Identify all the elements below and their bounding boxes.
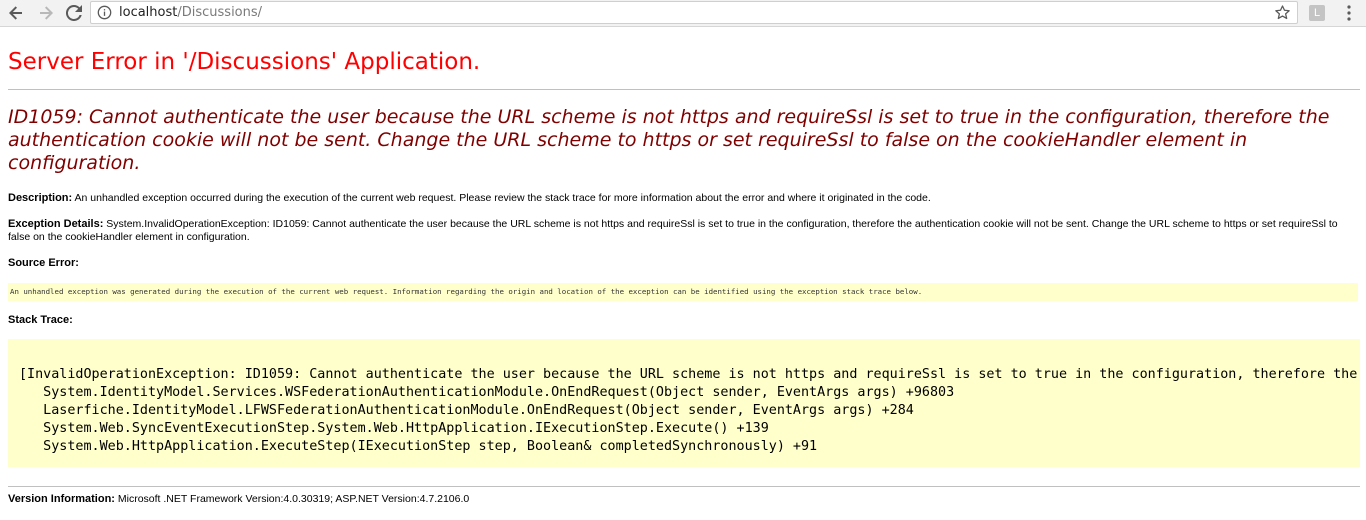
- version-label: Version Information:: [8, 493, 115, 505]
- error-message: ID1059: Cannot authenticate the user bec…: [8, 106, 1330, 174]
- extension-icon[interactable]: L: [1309, 5, 1325, 21]
- version-text: Microsoft .NET Framework Version:4.0.303…: [114, 493, 470, 505]
- exception-details: Exception Details: System.InvalidOperati…: [8, 218, 1360, 244]
- stack-trace-box: [InvalidOperationException: ID1059: Cann…: [8, 339, 1360, 467]
- description-label: Description:: [8, 192, 73, 204]
- stack-trace-heading: Stack Trace:: [8, 314, 73, 326]
- stack-line: System.Web.HttpApplication.ExecuteStep(I…: [19, 439, 818, 454]
- source-error-heading: Source Error:: [8, 257, 79, 269]
- url-path: /Discussions/: [177, 5, 263, 20]
- forward-arrow-icon[interactable]: [34, 1, 58, 25]
- version-information: Version Information: Microsoft .NET Fram…: [8, 493, 1360, 506]
- info-icon[interactable]: [97, 5, 112, 20]
- exception-text: System.InvalidOperationException: ID1059…: [8, 218, 1338, 243]
- stack-line: Laserfiche.IdentityModel.LFWSFederationA…: [19, 403, 914, 418]
- source-error-text: An unhandled exception was generated dur…: [10, 287, 923, 296]
- stack-line: System.IdentityModel.Services.WSFederati…: [19, 385, 955, 400]
- url-host: localhost: [119, 5, 178, 20]
- divider: [8, 486, 1360, 487]
- exception-label: Exception Details:: [8, 218, 104, 230]
- description-text: An unhandled exception occurred during t…: [72, 192, 931, 204]
- star-icon[interactable]: [1274, 4, 1291, 21]
- url-text: localhost/Discussions/: [119, 5, 262, 21]
- reload-icon[interactable]: [62, 1, 86, 25]
- address-bar[interactable]: localhost/Discussions/: [90, 1, 1298, 24]
- kebab-menu-icon[interactable]: [1342, 4, 1356, 22]
- divider: [8, 89, 1360, 90]
- source-error-box: An unhandled exception was generated dur…: [8, 283, 1358, 301]
- description: Description: An unhandled exception occu…: [8, 192, 1360, 205]
- page-title: Server Error in '/Discussions' Applicati…: [8, 49, 481, 75]
- stack-line: [InvalidOperationException: ID1059: Cann…: [19, 367, 1358, 382]
- stack-line: System.Web.SyncEventExecutionStep.System…: [19, 421, 769, 436]
- back-arrow-icon[interactable]: [4, 1, 28, 25]
- browser-toolbar: localhost/Discussions/ L: [0, 0, 1366, 27]
